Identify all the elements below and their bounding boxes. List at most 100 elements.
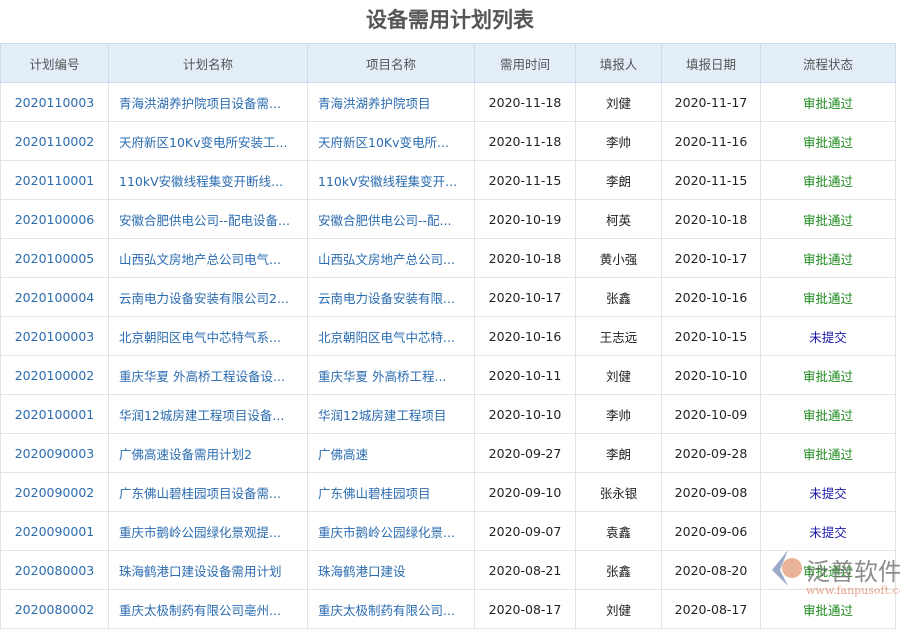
- cell-report-date: 2020-11-16: [662, 122, 761, 161]
- cell-report-date: 2020-10-17: [662, 239, 761, 278]
- cell-reporter: 刘健: [576, 590, 662, 629]
- column-header-reporter[interactable]: 填报人: [576, 44, 662, 83]
- cell-status: 审批通过: [761, 83, 896, 122]
- table-row[interactable]: 2020100003北京朝阳区电气中芯特气系...北京朝阳区电气中芯特...20…: [1, 317, 896, 356]
- cell-report-date: 2020-10-16: [662, 278, 761, 317]
- cell-project-name[interactable]: 重庆太极制药有限公司...: [308, 590, 475, 629]
- cell-plan-no[interactable]: 2020100005: [1, 239, 109, 278]
- cell-plan-name[interactable]: 重庆太极制药有限公司亳州...: [109, 590, 308, 629]
- cell-plan-no[interactable]: 2020080003: [1, 551, 109, 590]
- cell-plan-name[interactable]: 北京朝阳区电气中芯特气系...: [109, 317, 308, 356]
- cell-project-name[interactable]: 110kV安徽线程集变开...: [308, 161, 475, 200]
- cell-reporter: 袁鑫: [576, 512, 662, 551]
- cell-project-name[interactable]: 广东佛山碧桂园项目: [308, 473, 475, 512]
- cell-need-date: 2020-10-11: [475, 356, 576, 395]
- table-row[interactable]: 2020090003广佛高速设备需用计划2广佛高速2020-09-27李朗202…: [1, 434, 896, 473]
- cell-need-date: 2020-10-16: [475, 317, 576, 356]
- cell-status: 审批通过: [761, 434, 896, 473]
- cell-reporter: 刘健: [576, 83, 662, 122]
- cell-plan-name[interactable]: 安徽合肥供电公司--配电设备...: [109, 200, 308, 239]
- cell-need-date: 2020-10-10: [475, 395, 576, 434]
- cell-plan-no[interactable]: 2020090001: [1, 512, 109, 551]
- cell-plan-no[interactable]: 2020100004: [1, 278, 109, 317]
- table-row[interactable]: 2020100002重庆华夏 外高桥工程设备设...重庆华夏 外高桥工程...2…: [1, 356, 896, 395]
- table-row[interactable]: 2020100004云南电力设备安装有限公司2...云南电力设备安装有限...2…: [1, 278, 896, 317]
- column-header-plan-name[interactable]: 计划名称: [109, 44, 308, 83]
- cell-plan-name[interactable]: 110kV安徽线程集变开断线...: [109, 161, 308, 200]
- cell-project-name[interactable]: 珠海鹤港口建设: [308, 551, 475, 590]
- cell-reporter: 黄小强: [576, 239, 662, 278]
- cell-plan-no[interactable]: 2020100006: [1, 200, 109, 239]
- cell-need-date: 2020-10-18: [475, 239, 576, 278]
- table-row[interactable]: 2020110003青海洪湖养护院项目设备需...青海洪湖养护院项目2020-1…: [1, 83, 896, 122]
- cell-report-date: 2020-10-10: [662, 356, 761, 395]
- cell-project-name[interactable]: 广佛高速: [308, 434, 475, 473]
- table-row[interactable]: 2020090001重庆市鹅岭公园绿化景观提...重庆市鹅岭公园绿化景... 20…: [1, 512, 896, 551]
- cell-plan-name[interactable]: 广佛高速设备需用计划2: [109, 434, 308, 473]
- cell-project-name[interactable]: 华润12城房建工程项目: [308, 395, 475, 434]
- cell-need-date: 2020-09-27: [475, 434, 576, 473]
- cell-need-date: 2020-10-17: [475, 278, 576, 317]
- cell-project-name[interactable]: 重庆市鹅岭公园绿化景...: [308, 512, 475, 551]
- cell-need-date: 2020-10-19: [475, 200, 576, 239]
- cell-plan-name[interactable]: 珠海鹤港口建设设备需用计划: [109, 551, 308, 590]
- cell-plan-no[interactable]: 2020090003: [1, 434, 109, 473]
- watermark-name: 泛普软件: [806, 552, 900, 587]
- column-header-need-date[interactable]: 需用时间: [475, 44, 576, 83]
- watermark-url: www.fanpusoft.com: [806, 584, 900, 597]
- table-row[interactable]: 2020110002天府新区10Kv变电所安装工...天府新区10Kv变电所..…: [1, 122, 896, 161]
- cell-status: 未提交: [761, 317, 896, 356]
- cell-plan-name[interactable]: 云南电力设备安装有限公司2...: [109, 278, 308, 317]
- table-row[interactable]: 2020110001110kV安徽线程集变开断线...110kV安徽线程集变开.…: [1, 161, 896, 200]
- cell-plan-name[interactable]: 重庆华夏 外高桥工程设备设...: [109, 356, 308, 395]
- cell-project-name[interactable]: 重庆华夏 外高桥工程...: [308, 356, 475, 395]
- cell-plan-no[interactable]: 2020080002: [1, 590, 109, 629]
- cell-report-date: 2020-09-28: [662, 434, 761, 473]
- cell-report-date: 2020-10-18: [662, 200, 761, 239]
- cell-project-name[interactable]: 青海洪湖养护院项目: [308, 83, 475, 122]
- table-row[interactable]: 2020090002广东佛山碧桂园项目设备需...广东佛山碧桂园项目2020-0…: [1, 473, 896, 512]
- cell-plan-no[interactable]: 2020100001: [1, 395, 109, 434]
- table-row[interactable]: 2020080002重庆太极制药有限公司亳州...重庆太极制药有限公司... 20…: [1, 590, 896, 629]
- cell-report-date: 2020-09-08: [662, 473, 761, 512]
- column-header-plan-no[interactable]: 计划编号: [1, 44, 109, 83]
- cell-plan-name[interactable]: 青海洪湖养护院项目设备需...: [109, 83, 308, 122]
- cell-report-date: 2020-09-06: [662, 512, 761, 551]
- cell-plan-name[interactable]: 天府新区10Kv变电所安装工...: [109, 122, 308, 161]
- table-row[interactable]: 2020100005山西弘文房地产总公司电气...山西弘文房地产总公司...20…: [1, 239, 896, 278]
- table-row[interactable]: 2020100001华润12城房建工程项目设备...华润12城房建工程项目202…: [1, 395, 896, 434]
- cell-plan-no[interactable]: 2020100002: [1, 356, 109, 395]
- cell-reporter: 张永银: [576, 473, 662, 512]
- cell-plan-name[interactable]: 重庆市鹅岭公园绿化景观提...: [109, 512, 308, 551]
- cell-plan-no[interactable]: 2020110003: [1, 83, 109, 122]
- cell-reporter: 王志远: [576, 317, 662, 356]
- table-row[interactable]: 2020100006安徽合肥供电公司--配电设备...安徽合肥供电公司--配..…: [1, 200, 896, 239]
- cell-project-name[interactable]: 北京朝阳区电气中芯特...: [308, 317, 475, 356]
- cell-project-name[interactable]: 山西弘文房地产总公司...: [308, 239, 475, 278]
- cell-plan-no[interactable]: 2020110002: [1, 122, 109, 161]
- cell-reporter: 李帅: [576, 122, 662, 161]
- cell-report-date: 2020-10-09: [662, 395, 761, 434]
- cell-reporter: 李朗: [576, 161, 662, 200]
- cell-status: 未提交: [761, 512, 896, 551]
- column-header-report-date[interactable]: 填报日期: [662, 44, 761, 83]
- cell-project-name[interactable]: 云南电力设备安装有限...: [308, 278, 475, 317]
- cell-report-date: 2020-08-17: [662, 590, 761, 629]
- cell-plan-no[interactable]: 2020100003: [1, 317, 109, 356]
- cell-project-name[interactable]: 安徽合肥供电公司--配...: [308, 200, 475, 239]
- cell-status: 审批通过: [761, 161, 896, 200]
- cell-status: 审批通过: [761, 200, 896, 239]
- cell-status: 审批通过: [761, 278, 896, 317]
- column-header-project-name[interactable]: 项目名称: [308, 44, 475, 83]
- cell-need-date: 2020-09-10: [475, 473, 576, 512]
- cell-plan-no[interactable]: 2020090002: [1, 473, 109, 512]
- page-title: 设备需用计划列表: [0, 0, 900, 43]
- table-row[interactable]: 2020080003珠海鹤港口建设设备需用计划珠海鹤港口建设2020-08-21…: [1, 551, 896, 590]
- cell-plan-name[interactable]: 广东佛山碧桂园项目设备需...: [109, 473, 308, 512]
- cell-plan-name[interactable]: 山西弘文房地产总公司电气...: [109, 239, 308, 278]
- column-header-status[interactable]: 流程状态: [761, 44, 896, 83]
- cell-plan-name[interactable]: 华润12城房建工程项目设备...: [109, 395, 308, 434]
- cell-status: 审批通过: [761, 356, 896, 395]
- cell-plan-no[interactable]: 2020110001: [1, 161, 109, 200]
- cell-project-name[interactable]: 天府新区10Kv变电所...: [308, 122, 475, 161]
